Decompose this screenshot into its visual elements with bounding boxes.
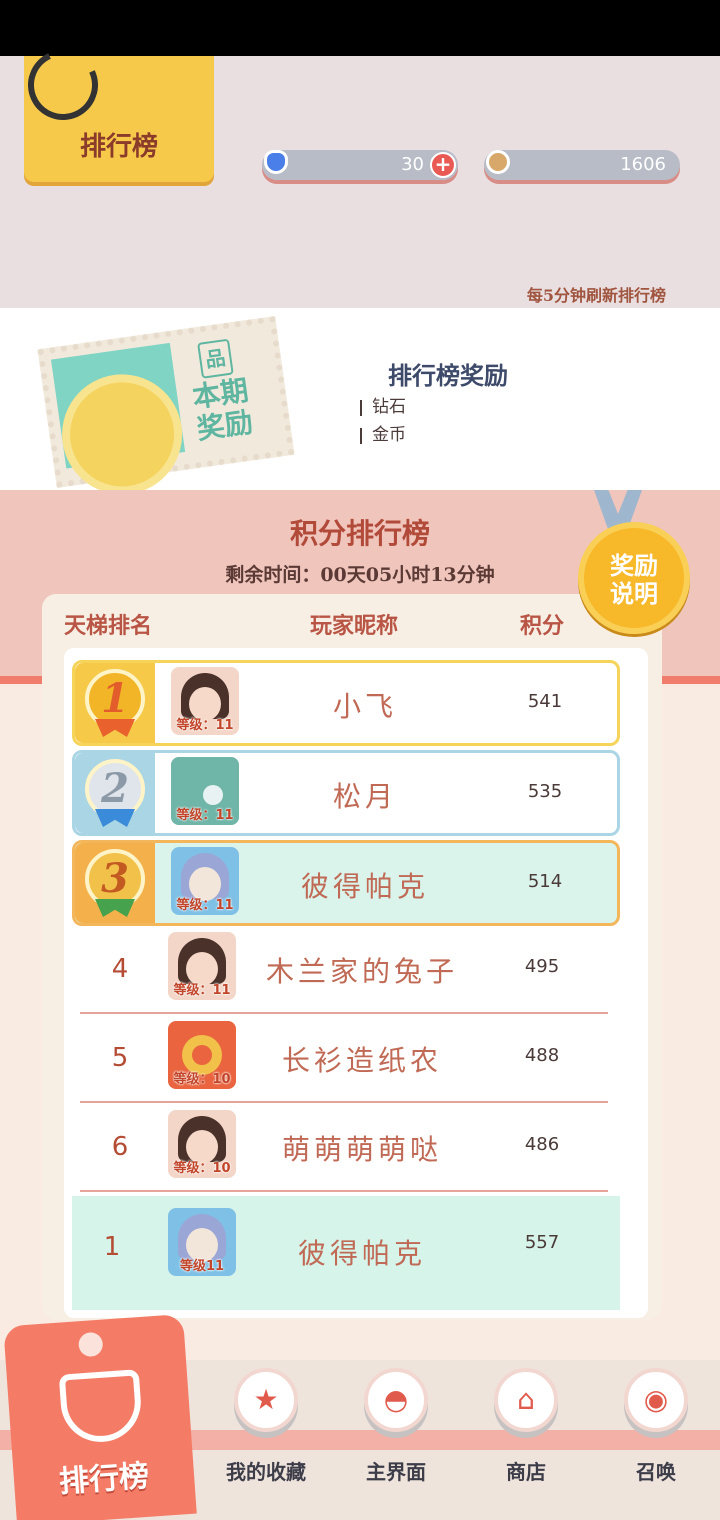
avatar: 等级：10 [168,1110,236,1178]
trophy-icon [58,1369,144,1445]
avatar-face [192,1045,212,1065]
table-row[interactable]: 4 等级：11 木兰家的兔子 495 [80,928,608,1014]
diamond-icon [264,150,288,174]
avatar-face [203,785,223,805]
nav-tab-summon[interactable]: ◉ 召唤 [606,1364,706,1514]
reward-stamp[interactable]: 品 本期 奖励 [37,315,295,503]
medal-ribbon-icon [95,899,135,917]
nav-label: 商店 [506,1460,546,1484]
divider [360,427,362,444]
player-score: 495 [524,956,560,977]
avatar: 等级：11 [171,757,239,825]
level-label: 等级：11 [173,983,231,998]
nav-label: 召唤 [636,1460,676,1484]
avatar: 等级：11 [171,667,239,735]
reward-info-badge[interactable]: 奖励 说明 [578,522,690,634]
star-book-icon: ★ [234,1368,298,1432]
medal-ribbon-icon [95,719,135,737]
stamp-line2: 奖励 [194,405,255,446]
coin-icon [486,150,510,174]
table-row[interactable]: 5 等级：10 长衫造纸农 488 [80,1017,608,1103]
nav-tab-collection[interactable]: ★ 我的收藏 [216,1364,316,1514]
diamond-value: 30 [401,154,424,175]
nav-tab-ranking[interactable]: 排行榜 [3,1313,197,1520]
summon-glyph: ◉ [643,1383,669,1416]
col-rank: 天梯排名 [64,613,153,639]
player-score: 541 [527,691,563,712]
table-row[interactable]: 2 等级：11 松月 535 [72,750,620,836]
rank-cell: 3 [75,843,155,923]
level-label: 等级：10 [173,1161,231,1176]
table-row[interactable]: 1 等级：11 小飞 541 [72,660,620,746]
my-avatar: 等级11 [168,1208,236,1276]
rank-number: 6 [111,1132,129,1162]
refresh-note: 每5分钟刷新排行榜 [526,286,666,305]
player-score: 514 [527,871,563,892]
bowl-glyph: ◓ [383,1383,409,1416]
divider [360,399,362,416]
stamp-tag: 品 [197,338,234,379]
avatar: 等级：11 [168,932,236,1000]
medal-ribbon-icon [95,809,135,827]
status-bar [0,0,720,56]
my-score: 557 [524,1232,560,1253]
player-name: 木兰家的兔子 [265,955,458,988]
level-label: 等级：10 [173,1072,231,1087]
tag-hole [77,1331,104,1358]
coin-counter: 1606 [484,150,680,180]
player-name: 小飞 [332,690,397,723]
header-title: 排行榜 [79,132,158,162]
player-name: 松月 [332,780,397,813]
add-diamond-icon[interactable]: + [430,152,456,178]
player-score: 486 [524,1134,560,1155]
reward-coin-line: 金币 [360,420,406,445]
coin-value: 1606 [620,154,666,175]
my-level-label: 等级11 [179,1259,225,1274]
shop-icon: ⌂ [494,1368,558,1432]
reward-title: 排行榜奖励 [388,361,508,390]
table-row[interactable]: 3 等级：11 彼得帕克 514 [72,840,620,926]
level-label: 等级：11 [176,718,234,733]
level-label: 等级：11 [176,808,234,823]
diamond-counter: 30 + [262,150,458,180]
avatar: 等级：10 [168,1021,236,1089]
reward-coin-label: 金币 [372,425,406,445]
nav-label: 我的收藏 [226,1460,306,1484]
rank-cell: 1 [75,663,155,743]
bowl-icon: ◓ [364,1368,428,1432]
my-name: 彼得帕克 [297,1237,426,1270]
nav-tab-ranking-label: 排行榜 [58,1458,151,1500]
col-name: 玩家昵称 [310,613,399,639]
my-rank-row[interactable]: 1 等级11 彼得帕克 557 [72,1196,620,1310]
player-score: 488 [524,1045,560,1066]
summon-icon: ◉ [624,1368,688,1432]
nav-tab-shop[interactable]: ⌂ 商店 [476,1364,576,1514]
rank-cell: 2 [75,753,155,833]
player-name: 彼得帕克 [300,870,429,903]
avatar: 等级：11 [171,847,239,915]
reward-diamond-line: 钻石 [360,392,406,417]
reward-diamond-label: 钻石 [372,397,406,417]
stamp-text: 品 本期 奖励 [168,335,271,449]
player-name: 萌萌萌萌哒 [281,1133,442,1166]
reward-section: 品 本期 奖励 排行榜奖励 钻石 金币 [0,308,720,503]
player-score: 535 [527,781,563,802]
rank-number: 4 [111,954,129,984]
header: 排行榜 30 + 1606 每5分钟刷新排行榜 [0,40,720,308]
ranking-tab-header: 排行榜 [18,40,214,182]
table-row[interactable]: 6 等级：10 萌萌萌萌哒 486 [80,1106,608,1192]
star-glyph: ★ [253,1383,279,1416]
badge-line1: 奖励 [610,551,658,580]
col-score: 积分 [520,613,565,639]
shop-glyph: ⌂ [517,1383,535,1416]
player-name: 长衫造纸农 [281,1044,442,1077]
level-label: 等级：11 [176,898,234,913]
nav-tab-main[interactable]: ◓ 主界面 [346,1364,446,1514]
rank-number: 5 [111,1043,129,1073]
nav-label: 主界面 [366,1460,426,1484]
badge-line2: 说明 [610,579,658,608]
my-rank-number: 1 [103,1232,121,1262]
